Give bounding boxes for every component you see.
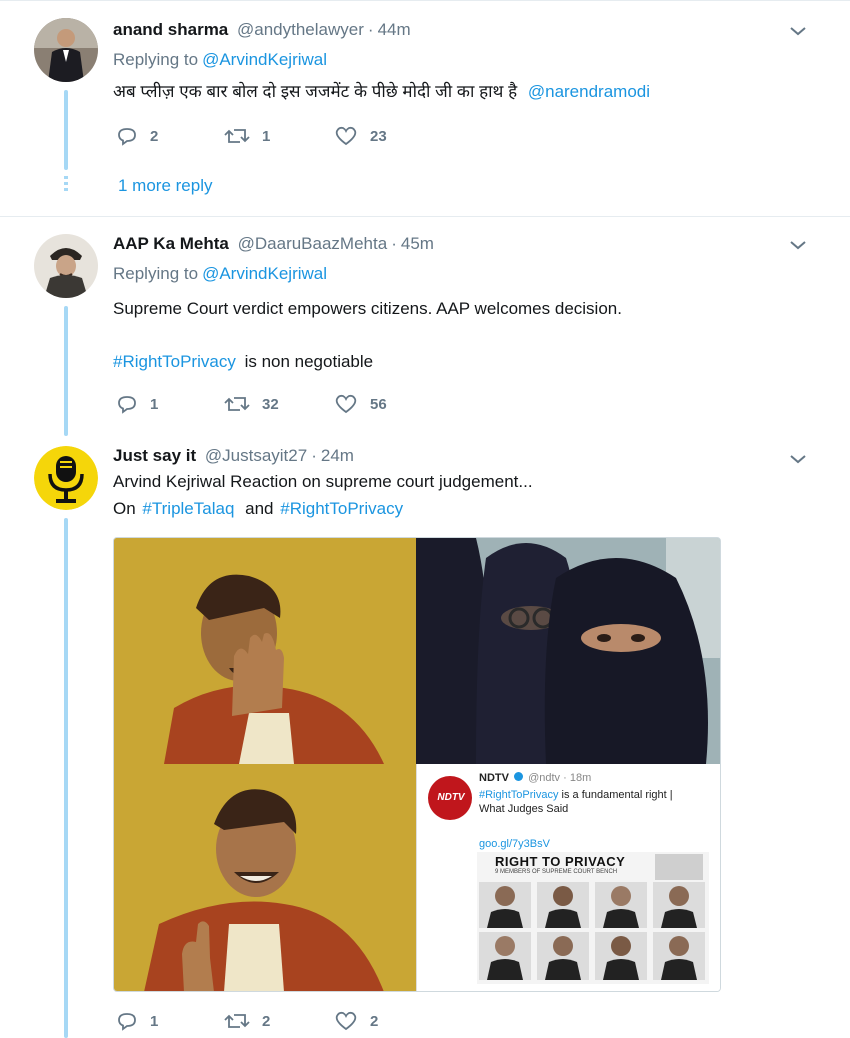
verified-icon	[514, 772, 524, 781]
author-handle[interactable]: @andythelawyer	[237, 20, 364, 39]
retweet-icon	[224, 1014, 250, 1028]
retweet-icon	[224, 397, 250, 411]
retweet-button[interactable]: 32	[224, 394, 279, 414]
like-button[interactable]: 23	[334, 126, 387, 146]
embed-text: #RightToPrivacy is a fundamental right |…	[479, 788, 673, 816]
tweet-body: अब प्लीज़ एक बार बोल दो इस जजमेंट के पीछ…	[113, 82, 518, 101]
tweet-header: anand sharma @andythelawyer · 44m	[113, 20, 411, 40]
like-button[interactable]: 2	[334, 1011, 378, 1031]
text-mid: and	[245, 499, 274, 518]
author-handle[interactable]: @DaaruBaazMehta	[238, 234, 388, 253]
replying-to: Replying to @ArvindKejriwal	[113, 50, 327, 70]
embed-header: NDTV @ndtv · 18m	[479, 772, 591, 784]
more-replies-link[interactable]: 1 more reply	[118, 176, 212, 196]
author-name[interactable]: AAP Ka Mehta	[113, 234, 229, 253]
reply-count: 1	[150, 395, 159, 413]
reply-button[interactable]: 2	[116, 126, 158, 146]
replying-to: Replying to @ArvindKejriwal	[113, 264, 327, 284]
ndtv-logo-text: NDTV	[437, 792, 465, 803]
replying-label: Replying to	[113, 50, 199, 69]
embedded-ndtv-tweet: NDTV NDTV @ndtv · 18m #RightToPrivacy is…	[416, 764, 720, 991]
embed-text-body: is a fundamental right |	[561, 789, 673, 801]
tweet-text-line-1: Supreme Court verdict empowers citizens.…	[113, 299, 622, 318]
embed-link: goo.gl/7y3BsV	[479, 838, 550, 850]
hashtag-link[interactable]: #TripleTalaq	[142, 499, 234, 518]
mention-link[interactable]: @ArvindKejriwal	[202, 50, 327, 69]
tweet-text-rest: is non negotiable	[244, 352, 374, 371]
embed-text-body-2: What Judges Said	[479, 803, 569, 815]
reply-icon	[118, 1013, 136, 1031]
chevron-down-icon[interactable]	[788, 238, 808, 252]
heart-icon	[335, 126, 357, 146]
avatar[interactable]	[34, 234, 98, 298]
mention-link[interactable]: @narendramodi	[528, 82, 650, 101]
reply-count: 1	[150, 1012, 159, 1030]
thread-dots	[64, 176, 68, 194]
retweet-icon	[224, 129, 250, 143]
replying-label: Replying to	[113, 264, 199, 283]
retweet-count: 32	[262, 395, 279, 413]
meme-panel-refuse	[114, 538, 416, 764]
reply-button[interactable]: 1	[116, 1011, 158, 1031]
embed-hashtag: #RightToPrivacy	[479, 789, 559, 801]
tweet-time[interactable]: 24m	[321, 446, 354, 465]
reply-icon	[118, 396, 136, 414]
tweet-text-line-2: #RightToPrivacy is non negotiable	[113, 349, 373, 375]
tweet-header: AAP Ka Mehta @DaaruBaazMehta · 45m	[113, 234, 434, 254]
thread-line	[64, 518, 68, 1038]
thread-line	[64, 306, 68, 436]
reply-button[interactable]: 1	[116, 394, 158, 414]
meme-panel-approve	[114, 764, 416, 991]
reply-count: 2	[150, 127, 159, 145]
author-handle[interactable]: @Justsayit27	[205, 446, 307, 465]
reply-icon	[118, 128, 136, 146]
like-count: 2	[370, 1012, 379, 1030]
author-name[interactable]: Just say it	[113, 446, 196, 465]
separator-dot: ·	[391, 234, 397, 253]
embed-card: RIGHT TO PRIVACY 9 MEMBERS OF SUPREME CO…	[477, 852, 709, 984]
thread-line	[64, 90, 68, 170]
chevron-down-icon[interactable]	[788, 452, 808, 466]
chevron-down-icon[interactable]	[788, 24, 808, 38]
like-count: 56	[370, 395, 387, 413]
retweet-count: 2	[262, 1012, 271, 1030]
retweet-button[interactable]: 2	[224, 1011, 270, 1031]
embed-handle: @ndtv	[528, 772, 561, 784]
author-name[interactable]: anand sharma	[113, 20, 228, 39]
separator-dot: ·	[311, 446, 317, 465]
separator-dot: ·	[563, 772, 567, 784]
hashtag-link[interactable]: #RightToPrivacy	[280, 499, 403, 518]
like-button[interactable]: 56	[334, 394, 387, 414]
tweet-media-image[interactable]: NDTV NDTV @ndtv · 18m #RightToPrivacy is…	[113, 537, 721, 992]
like-count: 23	[370, 127, 387, 145]
hashtag-link[interactable]: #RightToPrivacy	[113, 352, 236, 371]
avatar[interactable]	[34, 18, 98, 82]
tweet-text-line-1: Arvind Kejriwal Reaction on supreme cour…	[113, 472, 533, 491]
tweet-anand-sharma[interactable]: anand sharma @andythelawyer · 44m Replying…	[0, 0, 850, 216]
separator-dot: ·	[367, 20, 374, 39]
heart-icon	[335, 1011, 357, 1031]
embed-source-name: NDTV	[479, 772, 509, 784]
retweet-count: 1	[262, 127, 271, 145]
mention-link[interactable]: @ArvindKejriwal	[202, 264, 327, 283]
retweet-button[interactable]: 1	[224, 126, 270, 146]
tweet-aap-ka-mehta[interactable]: AAP Ka Mehta @DaaruBaazMehta · 45m Replyin…	[0, 216, 850, 436]
tweet-text: अब प्लीज़ एक बार बोल दो इस जजमेंट के पीछ…	[113, 79, 650, 105]
heart-icon	[335, 394, 357, 414]
tweet-time[interactable]: 44m	[378, 20, 411, 39]
meme-panel-niqab	[416, 538, 720, 764]
text-prefix: On	[113, 499, 136, 518]
tweet-time[interactable]: 45m	[401, 234, 434, 253]
embed-time: 18m	[569, 772, 592, 784]
tweet-text-line-2: On #TripleTalaq and #RightToPrivacy	[113, 496, 403, 522]
tweet-header: Just say it @Justsayit27 · 24m	[113, 446, 354, 466]
avatar[interactable]	[34, 446, 98, 510]
